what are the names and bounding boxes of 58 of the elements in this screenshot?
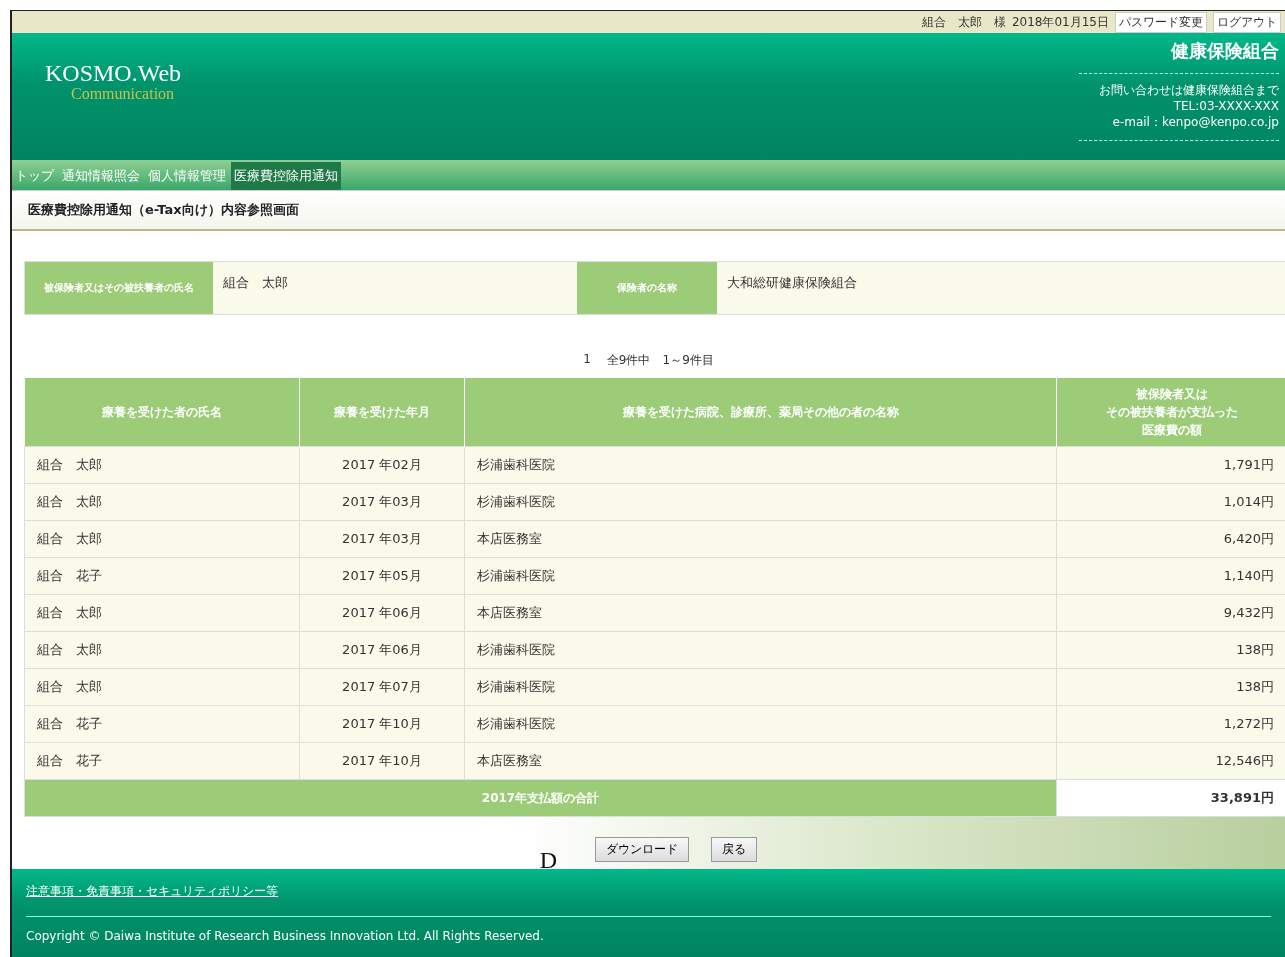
table-cell: 2017 年02月 [299,446,465,484]
table-cell: 2017 年07月 [299,668,465,706]
table-cell: 2017 年06月 [299,594,465,632]
table-cell: 組合 太郎 [24,631,300,669]
page-title: 医療費控除用通知（e-Tax向け）内容参照画面 [28,201,299,219]
column-header-line: 被保険者又は [1134,386,1209,403]
result-count: 全9件中 1～9件目 [606,352,714,369]
total-label: 2017年支払額の合計 [24,779,1057,817]
current-date: 2018年01月15日 [1011,13,1109,31]
contact-line: TEL:03-XXXX-XXX [1173,98,1279,114]
copyright-text: Copyright © Daiwa Institute of Research Business Innovation Ltd. All Rights Reserved. [26,929,545,943]
table-cell: 組合 花子 [24,557,300,595]
table-cell: 2017 年06月 [299,631,465,669]
table-cell: 組合 太郎 [24,446,300,484]
table-cell: 杉浦歯科医院 [464,446,1057,484]
table-cell: 2017 年03月 [299,483,465,521]
table-cell: 1,791円 [1056,446,1285,484]
user-name: 組合 太郎 様 [921,13,1006,31]
stray-letter: D [539,847,558,874]
column-header: 療養を受けた者の氏名 [24,378,300,447]
header-link[interactable]: パスワード変更 [1115,11,1207,33]
contact-line: お問い合わせは健康保険組合まで [1099,82,1279,98]
contact-line: e-mail：kenpo@kenpo.co.jp [1112,114,1279,130]
column-header: 療養を受けた年月 [299,378,465,447]
header-link[interactable]: ログアウト [1213,11,1281,33]
table-cell: 本店医務室 [464,742,1057,780]
logo-text: KOSMO.Web [45,61,182,85]
action-button[interactable]: ダウンロード [595,837,690,862]
table-cell: 杉浦歯科医院 [464,557,1057,595]
table-cell: 組合 太郎 [24,483,300,521]
table-cell: 2017 年10月 [299,705,465,743]
table-cell: 杉浦歯科医院 [464,668,1057,706]
table-cell: 杉浦歯科医院 [464,705,1057,743]
column-header: 療養を受けた病院、診療所、薬局その他の者の名称 [464,378,1057,447]
table-cell: 本店医務室 [464,594,1057,632]
organization-name: 健康保険組合 [1171,39,1279,63]
table-cell: 組合 太郎 [24,668,300,706]
info-label: 保険者の名称 [577,262,717,314]
info-label: 被保険者又はその被扶養者の氏名 [25,262,213,314]
info-value: 組合 太郎 [222,274,289,292]
total-value: 33,891円 [1056,779,1285,817]
page-number[interactable]: 1 [583,352,591,369]
column-header-line: その被扶養者が支払った [1104,404,1239,421]
table-cell: 2017 年10月 [299,742,465,780]
table-cell: 組合 太郎 [24,520,300,558]
nav-tab[interactable]: 医療費控除用通知 [231,162,341,190]
table-cell: 杉浦歯科医院 [464,631,1057,669]
column-header-line: 医療費の額 [1140,422,1203,439]
table-cell: 2017 年05月 [299,557,465,595]
table-cell: 本店医務室 [464,520,1057,558]
table-cell: 杉浦歯科医院 [464,483,1057,521]
info-value: 大和総研健康保険組合 [726,274,858,292]
table-cell: 組合 太郎 [24,594,300,632]
action-button[interactable]: 戻る [711,837,758,862]
table-cell: 組合 花子 [24,742,300,780]
table-cell: 2017 年03月 [299,520,465,558]
logo-subtext: Communication [71,86,175,102]
table-cell: 組合 花子 [24,705,300,743]
